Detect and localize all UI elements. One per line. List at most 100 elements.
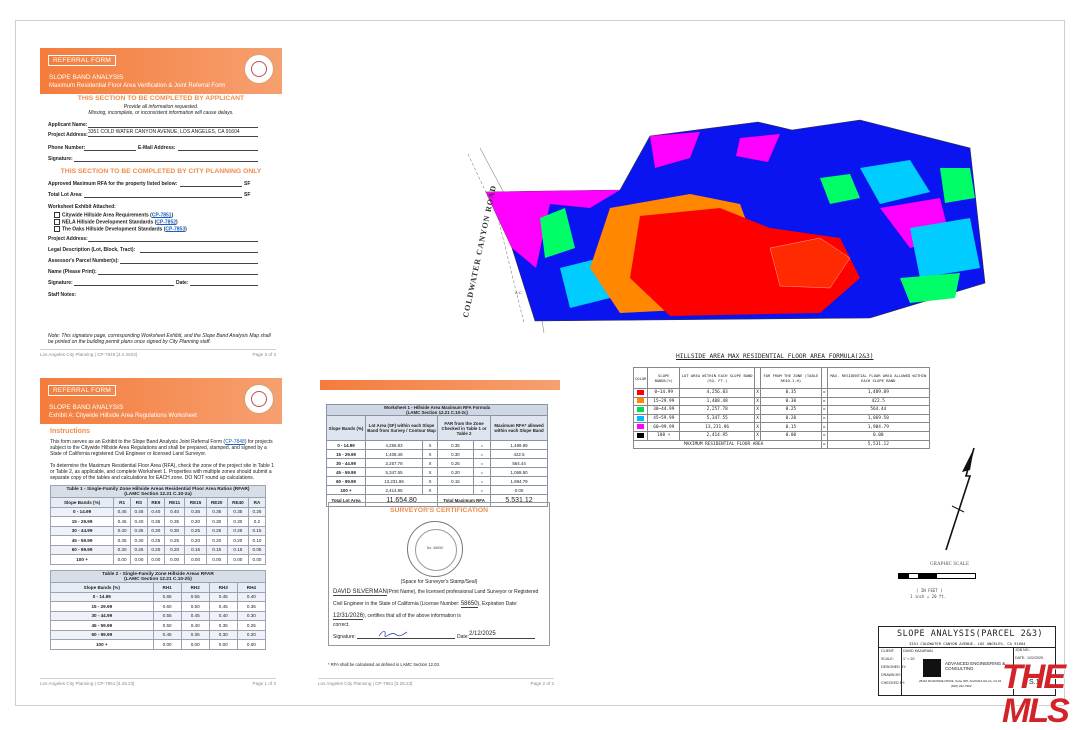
project-address-field[interactable]: 3351 COLD WATER CANYON AVENUE, LOS ANGEL…: [88, 129, 258, 137]
approved-rfa-field[interactable]: [180, 180, 242, 187]
worksheet-cell[interactable]: [437, 485, 474, 495]
staff-date-field[interactable]: [190, 279, 258, 286]
worksheet-cell[interactable]: X: [422, 485, 439, 495]
road-label: COLDWATER CANYON ROAD: [461, 184, 498, 318]
job-label: JOB NO.:: [1015, 648, 1031, 652]
cp7848-link[interactable]: CP-7848: [225, 439, 245, 445]
footer-left: Los Angeles City Planning | CP-7851 [3.2…: [318, 681, 413, 686]
table-1: Table 1 - Single-Family Zone Hillside Ar…: [49, 485, 267, 565]
table-2-header: RH2: [180, 582, 210, 593]
license-number[interactable]: 58650: [460, 601, 478, 608]
worksheet-cell[interactable]: 1,408.48: [364, 449, 424, 459]
table-row: 45 - 59.99 0.50 0.40 0.35 0.25: [50, 620, 267, 631]
footer-left: Los Angeles City Planning | CP-7848 [4.4…: [40, 352, 137, 357]
staff-signature-field[interactable]: [74, 279, 174, 286]
worksheet-cell[interactable]: X: [422, 467, 439, 477]
checkbox-icon[interactable]: [54, 226, 60, 232]
table-cell: 0.30: [208, 629, 238, 640]
worksheet-cell[interactable]: =: [472, 485, 492, 495]
instructions-heading: Instructions: [50, 428, 91, 435]
signature-field[interactable]: [74, 155, 258, 162]
cp7851-link[interactable]: CP-7851: [152, 212, 172, 218]
worksheet-cell[interactable]: X: [422, 449, 439, 459]
worksheet-cell[interactable]: 0.20: [437, 467, 474, 477]
worksheet-cell[interactable]: =: [472, 440, 492, 450]
worksheet-cell[interactable]: 2,414.95: [364, 485, 424, 495]
applicant-name-field[interactable]: [88, 121, 258, 128]
table-cell: 0.00: [146, 554, 165, 565]
phone-field[interactable]: [84, 144, 136, 151]
option-oaks[interactable]: The Oaks Hillside Development Standards …: [54, 226, 187, 232]
north-arrow-icon: [945, 447, 975, 551]
hillside-cell: 5,347.55: [679, 413, 756, 424]
worksheet-cell[interactable]: 0.30: [437, 449, 474, 459]
total-lot-field[interactable]: [84, 191, 242, 198]
worksheet-cell[interactable]: 0.35: [437, 440, 474, 450]
table-cell: 30 - 44.99: [50, 610, 154, 621]
worksheet-cell[interactable]: 564.44: [490, 458, 548, 468]
worksheet-cell: 100 +: [326, 485, 366, 495]
table-cell: 0.25: [184, 525, 207, 536]
legal-description-field[interactable]: [140, 246, 258, 253]
worksheet-cell[interactable]: 0.00: [490, 485, 548, 495]
sheet-title: SLOPE ANALYSIS(PARCEL 2&3): [897, 629, 1044, 639]
surveyor-name[interactable]: DAVID SILVERMAN: [333, 589, 387, 596]
worksheet-cell[interactable]: X: [422, 440, 439, 450]
expiration-date[interactable]: 12/31/2026: [333, 613, 364, 620]
table-cell: 0.35: [130, 525, 148, 536]
company-address: 28110 ROADSIDE DRIVE, Suite 305, AGOURA …: [919, 679, 1002, 683]
certification-date[interactable]: 2/12/2025: [469, 631, 535, 639]
table-row: 60 - 99.99 0.30 0.25 0.20 0.20 0.15 0.15 0.15 0.…: [49, 544, 267, 555]
table-cell: 0.30: [163, 525, 186, 536]
footer-right: Page 1 of 2: [252, 681, 277, 686]
worksheet-cell[interactable]: 1,489.89: [490, 440, 548, 450]
worksheet-cell[interactable]: =: [472, 476, 492, 486]
paren: ): [176, 219, 178, 226]
worksheet-cell[interactable]: 4,256.83: [364, 440, 424, 450]
color-swatch-cell: [632, 413, 649, 424]
email-field[interactable]: [178, 144, 258, 151]
worksheet-cell[interactable]: X: [422, 458, 439, 468]
cp7852-link[interactable]: CP-7852: [156, 219, 176, 225]
option-nela[interactable]: NELA Hillside Development Standards (CP-…: [54, 219, 178, 225]
option-citywide[interactable]: Citywide Hillside Area Requirements (CP-…: [54, 212, 173, 218]
table-row: 0 - 14.99 0.45 0.45 0.40 0.40 0.35 0.35 0.35 0.2…: [49, 506, 267, 517]
worksheet-cell[interactable]: =: [472, 449, 492, 459]
cp7853-link[interactable]: CP-7853: [165, 226, 185, 232]
table-cell: 0.30: [226, 516, 249, 527]
worksheet-cell[interactable]: 2,257.78: [364, 458, 424, 468]
worksheet-label: Worksheet Exhibit Attached:: [48, 204, 116, 210]
surveyor-signature-field[interactable]: [357, 630, 455, 639]
checkbox-icon[interactable]: [54, 219, 60, 225]
print-name-field[interactable]: [98, 268, 258, 275]
worksheet-cell[interactable]: 1,069.50: [490, 467, 548, 477]
hillside-header: LOT AREA WITHIN EACH SLOPE BAND (SQ. FT.…: [679, 367, 756, 389]
table-cell: 0.00: [236, 639, 267, 650]
worksheet-cell[interactable]: =: [472, 458, 492, 468]
table-1-header: R1: [113, 497, 131, 508]
hillside-total-label: MAXIMUM RESIDENTIAL FLOOR AREA: [633, 439, 822, 450]
worksheet-cell[interactable]: X: [422, 476, 439, 486]
table-1-caption: Table 1 - Single-Family Zone Hillside Ar…: [50, 485, 266, 498]
surveyor-heading: SURVEYOR'S CERTIFICATION: [389, 507, 489, 514]
worksheet-cell[interactable]: 13,231.96: [364, 476, 424, 486]
option-oaks-label: The Oaks Hillside Development Standards …: [62, 226, 166, 233]
table-row: 60~99.99 13,231.96 X 0.15 = 1,984.79: [632, 422, 931, 432]
table-1-header: Slope Bands (%): [49, 497, 115, 508]
worksheet-cell[interactable]: 422.5: [490, 449, 548, 459]
table-1-caption-line1: Table 1 - Single-Family Zone Hillside Ar…: [66, 486, 250, 492]
apn-field[interactable]: [120, 257, 258, 264]
signature-scribble-icon: [378, 630, 408, 637]
project-address-2-field[interactable]: [88, 235, 258, 242]
worksheet-cell[interactable]: 0.15: [437, 476, 474, 486]
table-cell: 0.20: [226, 535, 249, 546]
checkbox-icon[interactable]: [54, 212, 60, 218]
slope-band-map: COLDWATER CANYON ROAD A.C.: [461, 119, 986, 334]
ws-col-max-rfa: Maximum RFA* allowed within each Slope B…: [490, 415, 548, 441]
table-cell: 0.00: [226, 554, 249, 565]
worksheet-cell[interactable]: 5,347.55: [364, 467, 424, 477]
worksheet-cell[interactable]: 0.25: [437, 458, 474, 468]
worksheet-cell[interactable]: =: [472, 467, 492, 477]
worksheet-cell[interactable]: 1,984.79: [490, 476, 548, 486]
table-cell: 0.35: [184, 506, 207, 517]
